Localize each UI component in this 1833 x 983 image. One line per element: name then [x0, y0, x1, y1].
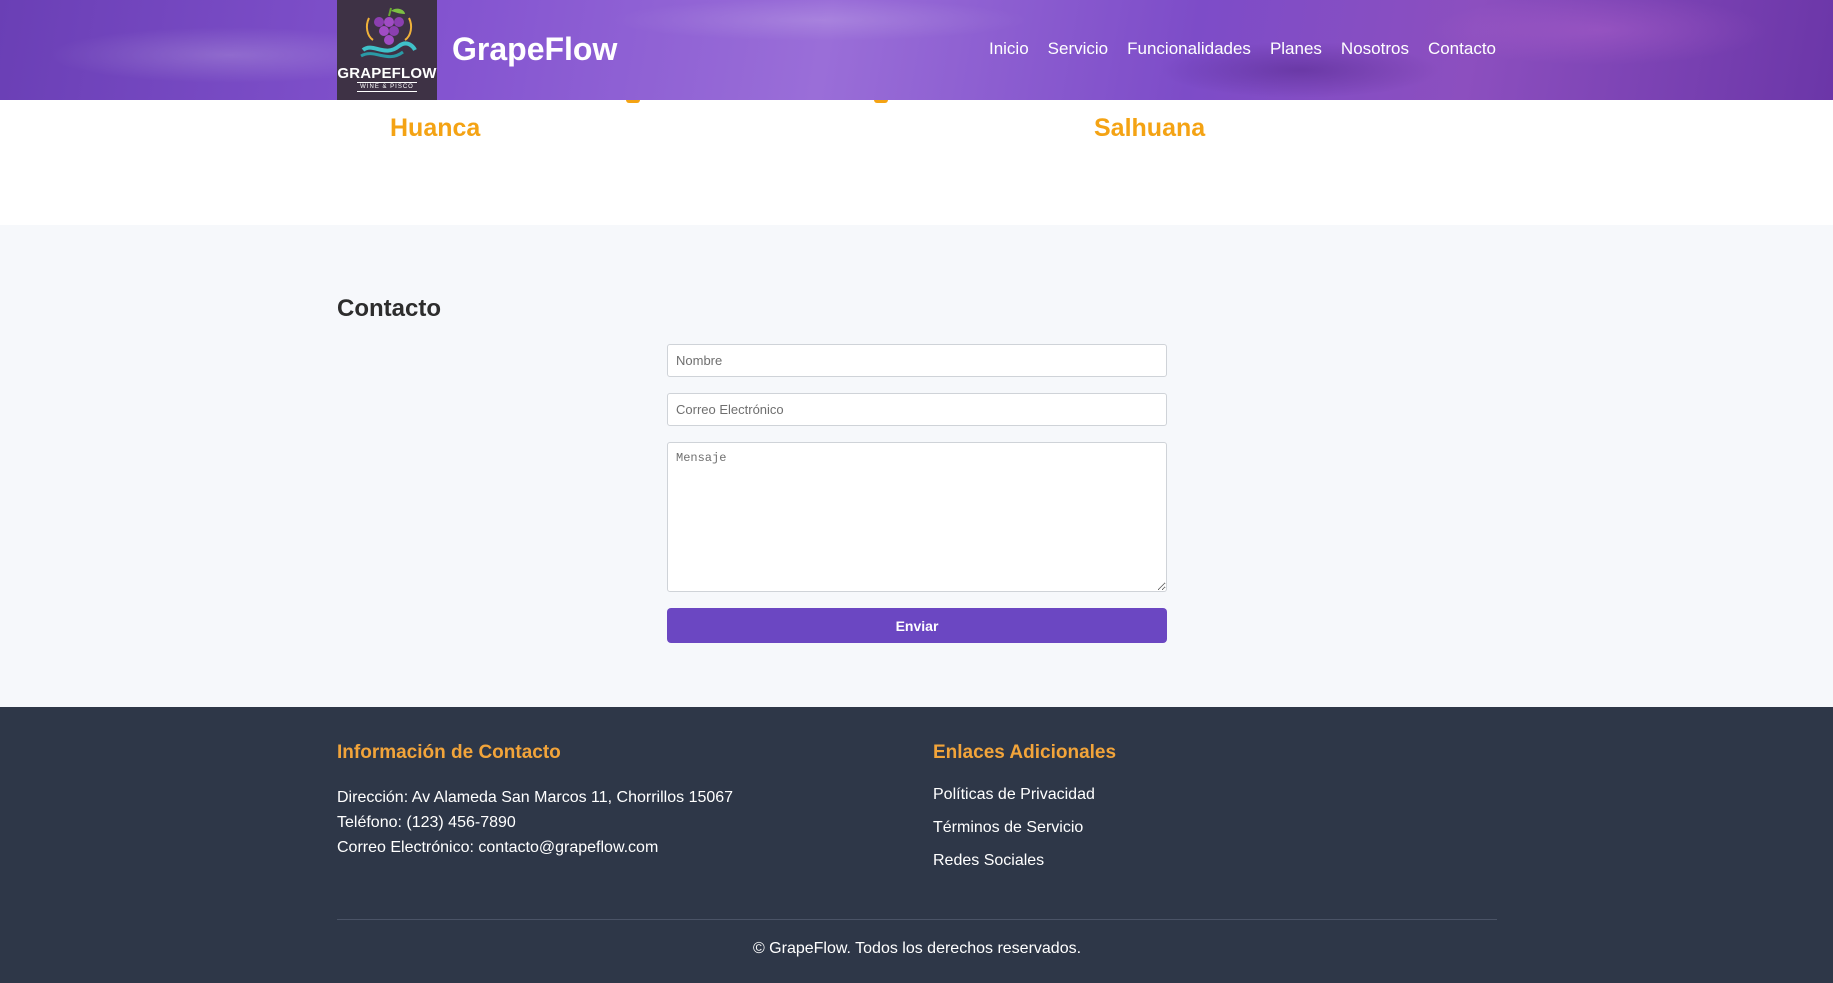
nav-funcionalidades[interactable]: Funcionalidades [1127, 38, 1251, 60]
logo-subtext: WINE & PISCO [357, 82, 417, 92]
email-text: Correo Electrónico: contacto@grapeflow.c… [337, 839, 659, 856]
message-textarea[interactable] [667, 442, 1167, 592]
nav-servicio[interactable]: Servicio [1048, 38, 1108, 60]
contact-title: Contacto [337, 295, 441, 322]
cut-off-text-fragment [874, 100, 888, 103]
submit-button[interactable]: Enviar [667, 608, 1167, 643]
copyright-text: © GrapeFlow. Todos los derechos reservad… [752, 940, 1082, 957]
phone-text: Teléfono: (123) 456-7890 [337, 814, 516, 831]
variety-name: Huanca [390, 114, 481, 142]
brand-name[interactable]: GrapeFlow [452, 28, 617, 70]
additional-links-heading: Enlaces Adicionales [933, 742, 1117, 763]
nav-planes[interactable]: Planes [1270, 38, 1322, 60]
nav-inicio[interactable]: Inicio [989, 38, 1029, 60]
cut-off-text-fragment [626, 100, 640, 103]
site-footer: Información de Contacto Dirección: Av Al… [0, 707, 1833, 983]
site-header: GRAPEFLOW WINE & PISCO GrapeFlow Inicio … [0, 0, 1833, 100]
main-nav: Inicio Servicio Funcionalidades Planes N… [989, 38, 1496, 60]
footer-divider [337, 919, 1497, 920]
nav-nosotros[interactable]: Nosotros [1341, 38, 1409, 60]
contact-form: Enviar [667, 344, 1167, 643]
privacy-policy-link[interactable]: Políticas de Privacidad [933, 785, 1116, 805]
terms-of-service-link[interactable]: Términos de Servicio [933, 818, 1116, 838]
email-input[interactable] [667, 393, 1167, 426]
logo-text: GRAPEFLOW [337, 65, 437, 82]
address-text: Dirección: Av Alameda San Marcos 11, Cho… [337, 789, 734, 806]
grape-logo-icon [360, 7, 417, 59]
logo[interactable]: GRAPEFLOW WINE & PISCO [337, 0, 437, 100]
contact-info-column: Información de Contacto Dirección: Av Al… [337, 741, 733, 860]
social-networks-link[interactable]: Redes Sociales [933, 851, 1116, 871]
contact-info-heading: Información de Contacto [337, 742, 561, 763]
contact-section: Contacto Enviar [0, 225, 1833, 707]
varieties-section: Huanca Salhuana [0, 100, 1833, 225]
additional-links-column: Enlaces Adicionales Políticas de Privaci… [933, 741, 1116, 884]
variety-name: Salhuana [1094, 114, 1206, 142]
nav-contacto[interactable]: Contacto [1428, 38, 1496, 60]
name-input[interactable] [667, 344, 1167, 377]
